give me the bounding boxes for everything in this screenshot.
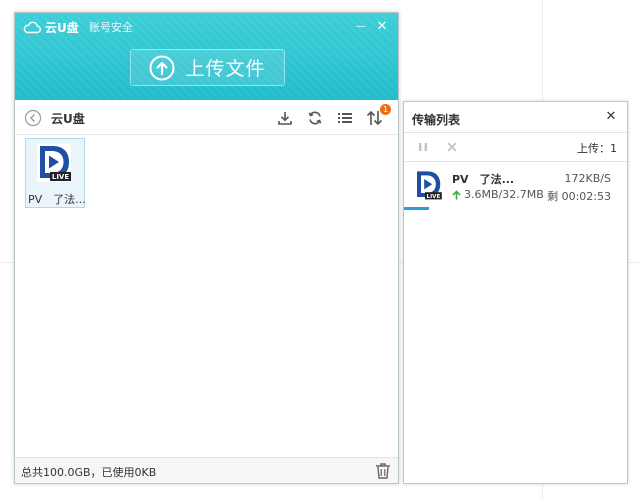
task-remaining-time: 剩 00:02:53: [547, 190, 611, 203]
task-size: 3.6MB/32.7MB: [452, 188, 544, 201]
video-file-icon: LIVE: [37, 144, 71, 182]
brand: 云U盘: [23, 18, 79, 36]
task-speed: 172KB/S: [564, 172, 611, 185]
upload-arrow-icon: [149, 55, 175, 80]
cancel-icon: [447, 142, 457, 152]
close-button[interactable]: ✕: [373, 17, 391, 35]
transfer-panel-close-button[interactable]: ✕: [603, 108, 619, 124]
transfer-count-badge: 1: [380, 104, 391, 115]
brand-name: 云U盘: [45, 20, 79, 35]
transfer-list-panel: 传输列表 ✕ 上传：1 LIVE PV 了法... 172KB/S 3.6MB/…: [403, 101, 628, 484]
upload-count: 上传：1: [577, 142, 617, 155]
storage-quota: 总共100.0GB，已使用0KB: [21, 466, 157, 479]
video-file-icon: LIVE: [414, 169, 442, 201]
transfer-list-button[interactable]: 1: [365, 104, 391, 128]
download-icon: [278, 112, 292, 125]
status-bar: 总共100.0GB，已使用0KB: [15, 457, 398, 483]
transfer-panel-title: 传输列表: [412, 113, 461, 127]
breadcrumb[interactable]: 云U盘: [51, 110, 85, 127]
upload-file-button[interactable]: 上传文件: [130, 49, 285, 86]
cloud-icon: [23, 21, 41, 34]
upload-file-label: 上传文件: [185, 58, 266, 80]
file-item[interactable]: LIVE PV 了法...: [25, 138, 86, 208]
download-button[interactable]: [275, 108, 295, 128]
live-label: LIVE: [427, 194, 441, 200]
file-name: PV 了法...: [28, 193, 86, 206]
minimize-icon: —: [356, 20, 366, 32]
account-security-link[interactable]: 账号安全: [89, 19, 133, 35]
trash-icon: [376, 463, 390, 479]
file-grid: LIVE PV 了法...: [15, 135, 398, 457]
minimize-button[interactable]: —: [352, 17, 370, 35]
back-button[interactable]: [24, 109, 42, 127]
task-file-name: PV 了法...: [452, 173, 515, 186]
close-icon: ✕: [605, 108, 617, 124]
close-icon: ✕: [376, 18, 388, 34]
pause-all-button[interactable]: [416, 140, 430, 154]
divider: [404, 132, 627, 133]
back-arrow-icon: [24, 109, 42, 127]
refresh-button[interactable]: [305, 108, 325, 128]
cloud-drive-window: 云U盘 账号安全 — ✕ 上传文件 云U盘 1 LIVE PV 了法... 总共…: [14, 12, 399, 484]
live-label: LIVE: [52, 173, 69, 181]
window-header: 云U盘 账号安全 — ✕ 上传文件: [15, 13, 398, 100]
trash-button[interactable]: [374, 462, 392, 480]
task-progress-fill: [404, 207, 429, 210]
pause-icon: [419, 143, 427, 151]
task-progress-bar: [404, 207, 627, 210]
upload-arrow-icon: [452, 189, 461, 199]
list-icon: [338, 113, 352, 123]
transfer-task-row[interactable]: LIVE PV 了法... 172KB/S 3.6MB/32.7MB 剩 00:…: [404, 162, 627, 208]
task-size-text: 3.6MB/32.7MB: [464, 188, 544, 201]
toolbar: 云U盘 1: [15, 100, 398, 135]
list-view-button[interactable]: [335, 108, 355, 128]
refresh-icon: [308, 111, 322, 125]
cancel-all-button[interactable]: [445, 140, 459, 154]
